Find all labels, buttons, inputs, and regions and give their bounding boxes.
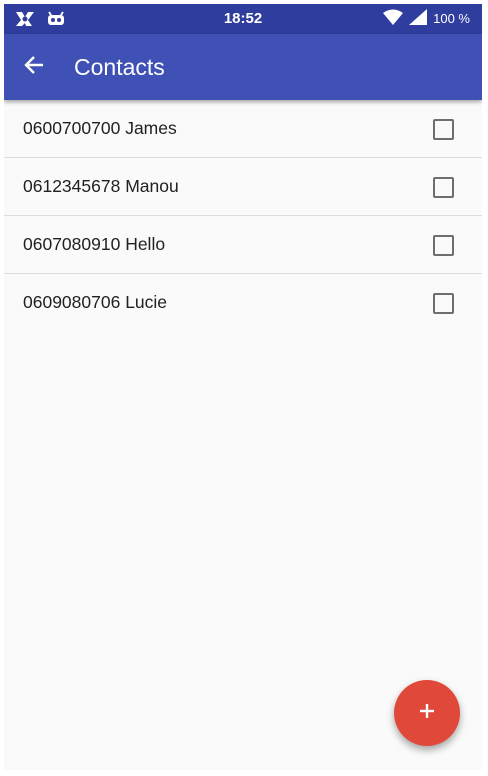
- contact-label: 0600700700 James: [23, 118, 177, 138]
- app-bar: Contacts: [4, 34, 482, 100]
- cell-signal-icon: [409, 8, 428, 30]
- app-screen: 18:52 100 % Contacts 0600700700 James 06…: [4, 4, 482, 770]
- battery-level: 100 %: [433, 11, 470, 26]
- plus-icon: [417, 701, 437, 726]
- contact-checkbox[interactable]: [433, 177, 454, 198]
- contact-checkbox[interactable]: [433, 119, 454, 140]
- list-item[interactable]: 0612345678 Manou: [4, 158, 482, 216]
- status-bar: 18:52 100 %: [4, 4, 482, 34]
- status-icons-right: 100 %: [383, 4, 470, 34]
- wifi-icon: [383, 9, 404, 30]
- list-item[interactable]: 0600700700 James: [4, 100, 482, 158]
- contact-label: 0609080706 Lucie: [23, 292, 168, 312]
- list-item[interactable]: 0607080910 Hello: [4, 216, 482, 274]
- contact-label: 0607080910 Hello: [23, 234, 166, 254]
- contact-checkbox[interactable]: [433, 293, 454, 314]
- add-contact-button[interactable]: [394, 680, 460, 746]
- arrow-back-icon: [23, 54, 45, 81]
- contact-checkbox[interactable]: [433, 235, 454, 256]
- page-title: Contacts: [74, 54, 165, 80]
- contact-label: 0612345678 Manou: [23, 176, 179, 196]
- back-button[interactable]: [18, 51, 50, 83]
- contact-list: 0600700700 James 0612345678 Manou 060708…: [4, 100, 482, 331]
- list-item[interactable]: 0609080706 Lucie: [4, 274, 482, 331]
